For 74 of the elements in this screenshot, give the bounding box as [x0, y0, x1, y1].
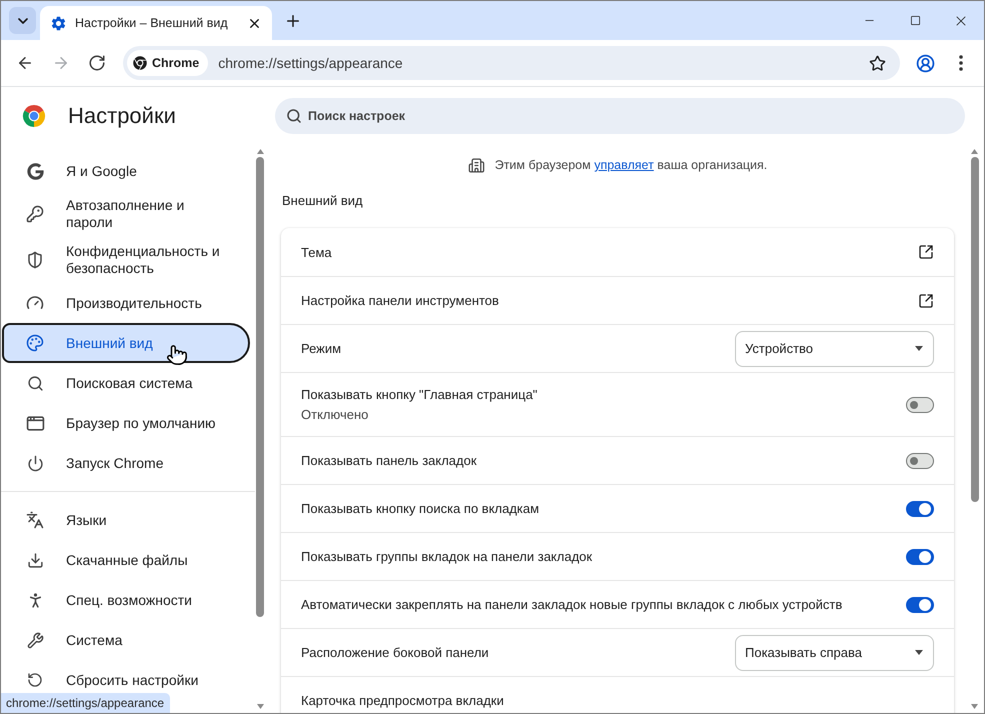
setting-label: Показывать группы вкладок на панели закладок: [301, 549, 594, 564]
setting-label: Показывать кнопку поиска по вкладкам: [301, 501, 540, 516]
circular-arrow-icon: [27, 672, 43, 688]
page-title: Настройки: [68, 103, 176, 129]
power-icon: [26, 454, 44, 472]
search-icon: [286, 108, 302, 124]
setting-label: Показывать панель закладок: [301, 453, 478, 468]
sidebar-item[interactable]: Скачанные файлы: [2, 540, 250, 580]
key-icon: [26, 205, 44, 223]
browser-logo-icon: [22, 104, 46, 128]
setting-label: Тема: [301, 244, 333, 260]
caret-icon: [915, 650, 923, 655]
search-icon: [26, 374, 44, 392]
window-icon: [26, 414, 44, 432]
sidebar-item[interactable]: Я и Google: [2, 151, 250, 191]
dropdown[interactable]: Показывать справа: [735, 634, 934, 670]
shield-icon: [26, 251, 44, 269]
url-text: chrome://settings/appearance: [218, 55, 404, 71]
scroll-up-arrow-icon[interactable]: [256, 149, 264, 154]
sidebar-item[interactable]: Языки: [2, 500, 250, 540]
managed-notice: Этим браузером управляет ваша организация.: [494, 158, 768, 172]
profile-icon: [916, 54, 934, 72]
sidebar-item[interactable]: Браузер по умолчанию: [2, 403, 250, 443]
setting-status: Отключено: [301, 407, 370, 422]
sidebar-item[interactable]: Производительность: [2, 283, 250, 323]
translate-icon: [26, 511, 44, 529]
menu-icon: [959, 55, 963, 71]
setting-label: Карточка предпросмотра вкладки: [301, 693, 505, 708]
site-chip[interactable]: Chrome: [127, 50, 208, 76]
scroll-down-arrow-icon[interactable]: [256, 704, 264, 709]
setting-label: Показывать кнопку "Главная страница": [301, 387, 538, 402]
sidebar-item[interactable]: Автозаполнение и пароли: [2, 191, 250, 237]
hand-cursor-icon: [166, 344, 188, 366]
external-link-icon[interactable]: [918, 292, 934, 308]
scrollbar-thumb[interactable]: [970, 157, 978, 502]
setting-label: Автоматически закреплять на панели закладок новые группы вкладок с любых устройств: [301, 597, 844, 612]
manage-link[interactable]: управляет: [594, 158, 654, 172]
setting-label: Расположение боковой панели: [301, 645, 490, 660]
browser-tab[interactable]: Настройки – Внешний вид: [40, 6, 272, 40]
letter-g-icon: [26, 162, 44, 180]
section-title: Внешний вид: [282, 193, 364, 209]
reload-icon: [88, 54, 106, 72]
toggle-switch[interactable]: [906, 596, 934, 612]
sidebar-item[interactable]: Запуск Chrome: [2, 443, 250, 483]
setting-label: Настройка панели инструментов: [301, 293, 500, 308]
caret-icon: [915, 346, 923, 351]
gauge-icon: [26, 294, 44, 312]
star-icon[interactable]: [869, 54, 886, 72]
sidebar-item[interactable]: Спец. возможности: [2, 580, 250, 620]
sidebar-item[interactable]: Внешний вид: [2, 323, 250, 363]
maximize-icon: [910, 15, 920, 26]
address-bar[interactable]: Chrome chrome://settings/appearance: [123, 46, 900, 80]
sidebar-item[interactable]: Конфиденциальность и безопасность: [2, 237, 250, 283]
dropdown[interactable]: Устройство: [735, 330, 934, 366]
toggle-switch[interactable]: [906, 452, 934, 468]
external-link-icon[interactable]: [918, 244, 934, 260]
building-icon: [468, 156, 485, 174]
setting-label: Режим: [301, 341, 342, 356]
search-field[interactable]: Поиск настроек: [275, 98, 965, 134]
tab-search-button[interactable]: [9, 7, 36, 34]
browser-logo-icon: [133, 56, 147, 70]
wrench-icon: [26, 632, 44, 648]
palette-icon: [26, 334, 44, 352]
scroll-up-arrow-icon[interactable]: [971, 149, 978, 154]
sidebar-item[interactable]: Поисковая система: [2, 363, 250, 403]
gear-icon: [50, 14, 67, 32]
scrollbar-thumb[interactable]: [256, 157, 264, 617]
download-icon: [26, 552, 44, 568]
toggle-switch[interactable]: [906, 548, 934, 564]
scroll-down-arrow-icon[interactable]: [971, 704, 978, 709]
status-url-tooltip: chrome://settings/appearance: [1, 693, 170, 713]
toggle-switch[interactable]: [906, 500, 934, 516]
sidebar-item[interactable]: Система: [2, 620, 250, 660]
toggle-switch[interactable]: [906, 396, 934, 412]
